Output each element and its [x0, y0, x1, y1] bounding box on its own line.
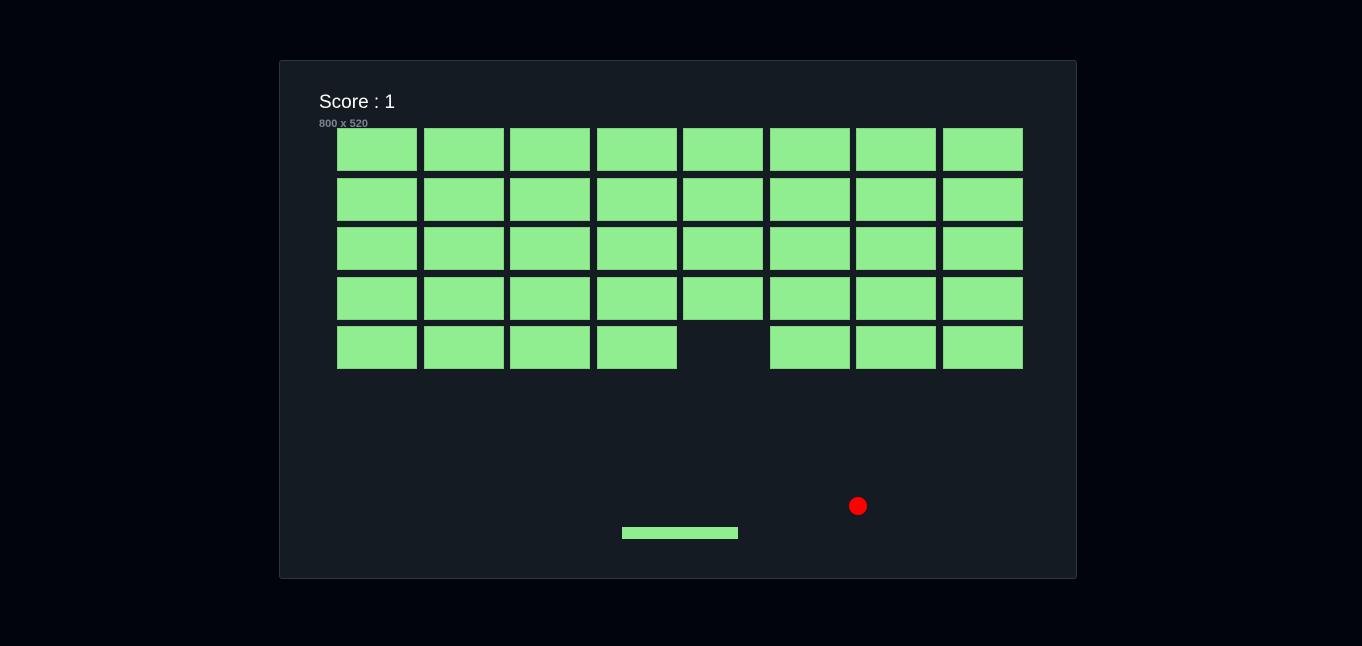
brick [337, 277, 417, 320]
canvas-size-label: 800 x 520 [319, 118, 368, 130]
brick [510, 277, 590, 320]
brick [683, 227, 763, 270]
brick [770, 277, 850, 320]
brick [770, 326, 850, 369]
brick [770, 227, 850, 270]
game-canvas[interactable]: Score : 1 800 x 520 [279, 60, 1077, 579]
brick [510, 227, 590, 270]
brick [597, 178, 677, 221]
ball [849, 497, 867, 515]
brick [510, 326, 590, 369]
brick [337, 326, 417, 369]
brick [510, 128, 590, 171]
brick [856, 326, 936, 369]
brick [943, 277, 1023, 320]
brick [424, 227, 504, 270]
paddle[interactable] [622, 527, 738, 539]
brick [683, 128, 763, 171]
brick [943, 178, 1023, 221]
brick [770, 128, 850, 171]
brick [424, 326, 504, 369]
brick [510, 178, 590, 221]
brick [337, 128, 417, 171]
brick [424, 277, 504, 320]
brick-wall [280, 61, 1076, 578]
brick [856, 227, 936, 270]
brick [683, 277, 763, 320]
brick [683, 178, 763, 221]
brick [424, 128, 504, 171]
brick [943, 227, 1023, 270]
brick [856, 277, 936, 320]
brick [337, 227, 417, 270]
brick [337, 178, 417, 221]
brick [597, 128, 677, 171]
brick [856, 178, 936, 221]
brick [424, 178, 504, 221]
brick [597, 277, 677, 320]
score-label: Score : 1 [319, 92, 396, 113]
brick [770, 178, 850, 221]
brick [597, 326, 677, 369]
brick [856, 128, 936, 171]
brick [597, 227, 677, 270]
brick [943, 128, 1023, 171]
brick [943, 326, 1023, 369]
